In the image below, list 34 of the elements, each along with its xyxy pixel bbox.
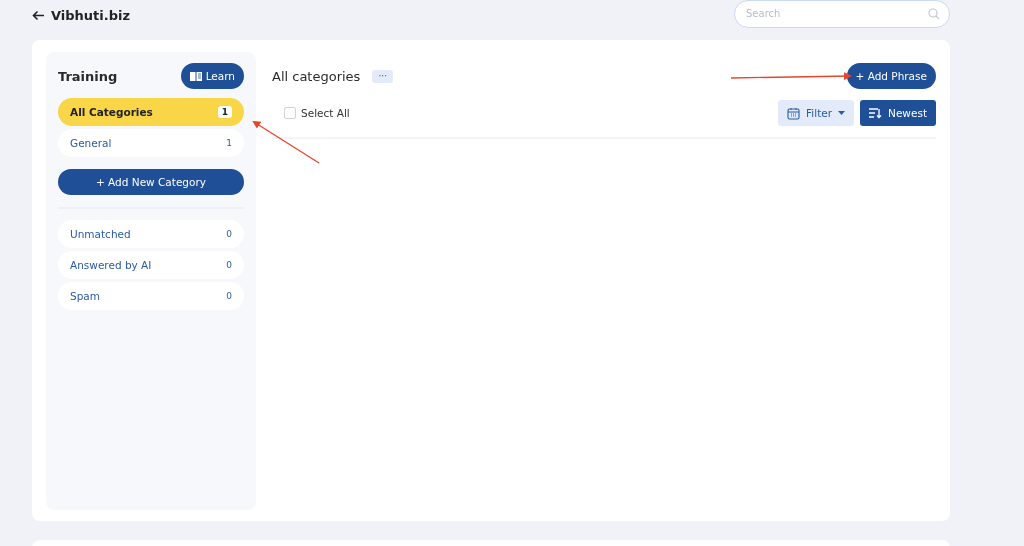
caret-icon [838, 111, 846, 115]
select-all-checkbox[interactable] [284, 107, 296, 119]
category-count: 1 [217, 106, 232, 118]
category-label: Answered by AI [70, 259, 152, 271]
section-title: All categories [272, 68, 361, 84]
add-phrase-button[interactable]: + Add Phrase [846, 63, 936, 89]
category-label: General [70, 137, 112, 149]
category-label: All Categories [70, 106, 153, 118]
sort-button[interactable]: Newest [860, 100, 936, 126]
filter-button[interactable]: Filter [778, 100, 855, 126]
more-button[interactable]: ··· [372, 69, 393, 83]
search-field[interactable]: Search [734, 0, 950, 28]
category-item[interactable]: Spam 0 [58, 282, 244, 310]
category-count: 0 [226, 229, 232, 239]
back-arrow-icon[interactable] [32, 9, 45, 21]
category-count: 0 [226, 260, 232, 270]
sort-icon [869, 107, 883, 119]
calendar-icon [787, 106, 801, 120]
category-item[interactable]: All Categories 1 [58, 98, 244, 126]
book-icon [189, 71, 202, 81]
category-label: Unmatched [70, 228, 131, 240]
annotation-arrow [252, 120, 320, 164]
category-label: Spam [70, 290, 100, 302]
learn-button[interactable]: Learn [180, 63, 244, 89]
page-title: Vibhuti.biz [51, 7, 131, 23]
select-all-label: Select All [301, 107, 350, 119]
category-item[interactable]: General 1 [58, 129, 244, 157]
category-item[interactable]: Answered by AI 0 [58, 251, 244, 279]
category-count: 1 [226, 138, 232, 148]
add-category-button[interactable]: + Add New Category [58, 169, 244, 195]
sidebar-title: Training [58, 68, 118, 84]
search-icon [928, 7, 940, 20]
category-item[interactable]: Unmatched 0 [58, 220, 244, 248]
category-count: 0 [226, 291, 232, 301]
